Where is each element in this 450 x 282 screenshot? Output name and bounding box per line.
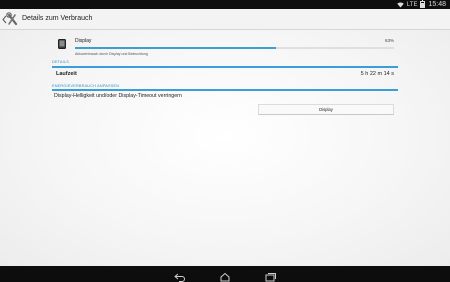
navigation-bar: [0, 266, 450, 282]
detail-value: 5 h 22 m 14 s: [360, 71, 394, 77]
app-usage-description: Akkuverbrauch durch Display und Beleucht…: [75, 52, 148, 56]
usage-bar-fill: [75, 47, 276, 49]
recent-apps-icon: [265, 273, 276, 282]
home-icon: [220, 272, 230, 282]
detail-row-runtime: Laufzeit 5 h 22 m 14 s: [52, 70, 398, 80]
clock: 15:48: [428, 1, 446, 8]
home-button[interactable]: [218, 269, 232, 282]
network-type-label: LTE: [406, 1, 418, 8]
detail-label: Laufzeit: [56, 71, 77, 77]
wifi-icon: [397, 2, 404, 7]
usage-bar: [75, 47, 394, 49]
energy-section-header: ENERGIEVERBRAUCH ANPASSEN: [52, 84, 120, 88]
display-settings-button[interactable]: Display: [258, 104, 394, 115]
details-section-divider: [52, 66, 398, 68]
up-navigation-button[interactable]: [2, 12, 20, 27]
status-icons: LTE 15:48: [397, 0, 446, 9]
battery-level-fill: [421, 3, 425, 7]
action-bar: Details zum Verbrauch: [0, 9, 450, 30]
app-usage-name: Display: [75, 38, 92, 44]
app-usage-percent: 63%: [384, 38, 394, 43]
page-title: Details zum Verbrauch: [22, 15, 93, 22]
recent-apps-button[interactable]: [263, 269, 277, 282]
battery-icon: [420, 0, 426, 8]
app-usage-row: Display 63% Akkuverbrauch durch Display …: [58, 36, 398, 58]
content-area: Display 63% Akkuverbrauch durch Display …: [0, 30, 450, 266]
back-icon: [174, 273, 185, 282]
settings-up-icon: [2, 12, 18, 26]
back-button[interactable]: [173, 269, 187, 282]
display-icon: [58, 39, 66, 49]
status-bar: LTE 15:48: [0, 0, 450, 9]
energy-tip-text: Display-Helligkeit und/oder Display-Time…: [54, 93, 182, 99]
details-section-header: DETAILS: [52, 60, 69, 64]
energy-section-divider: [52, 89, 398, 91]
